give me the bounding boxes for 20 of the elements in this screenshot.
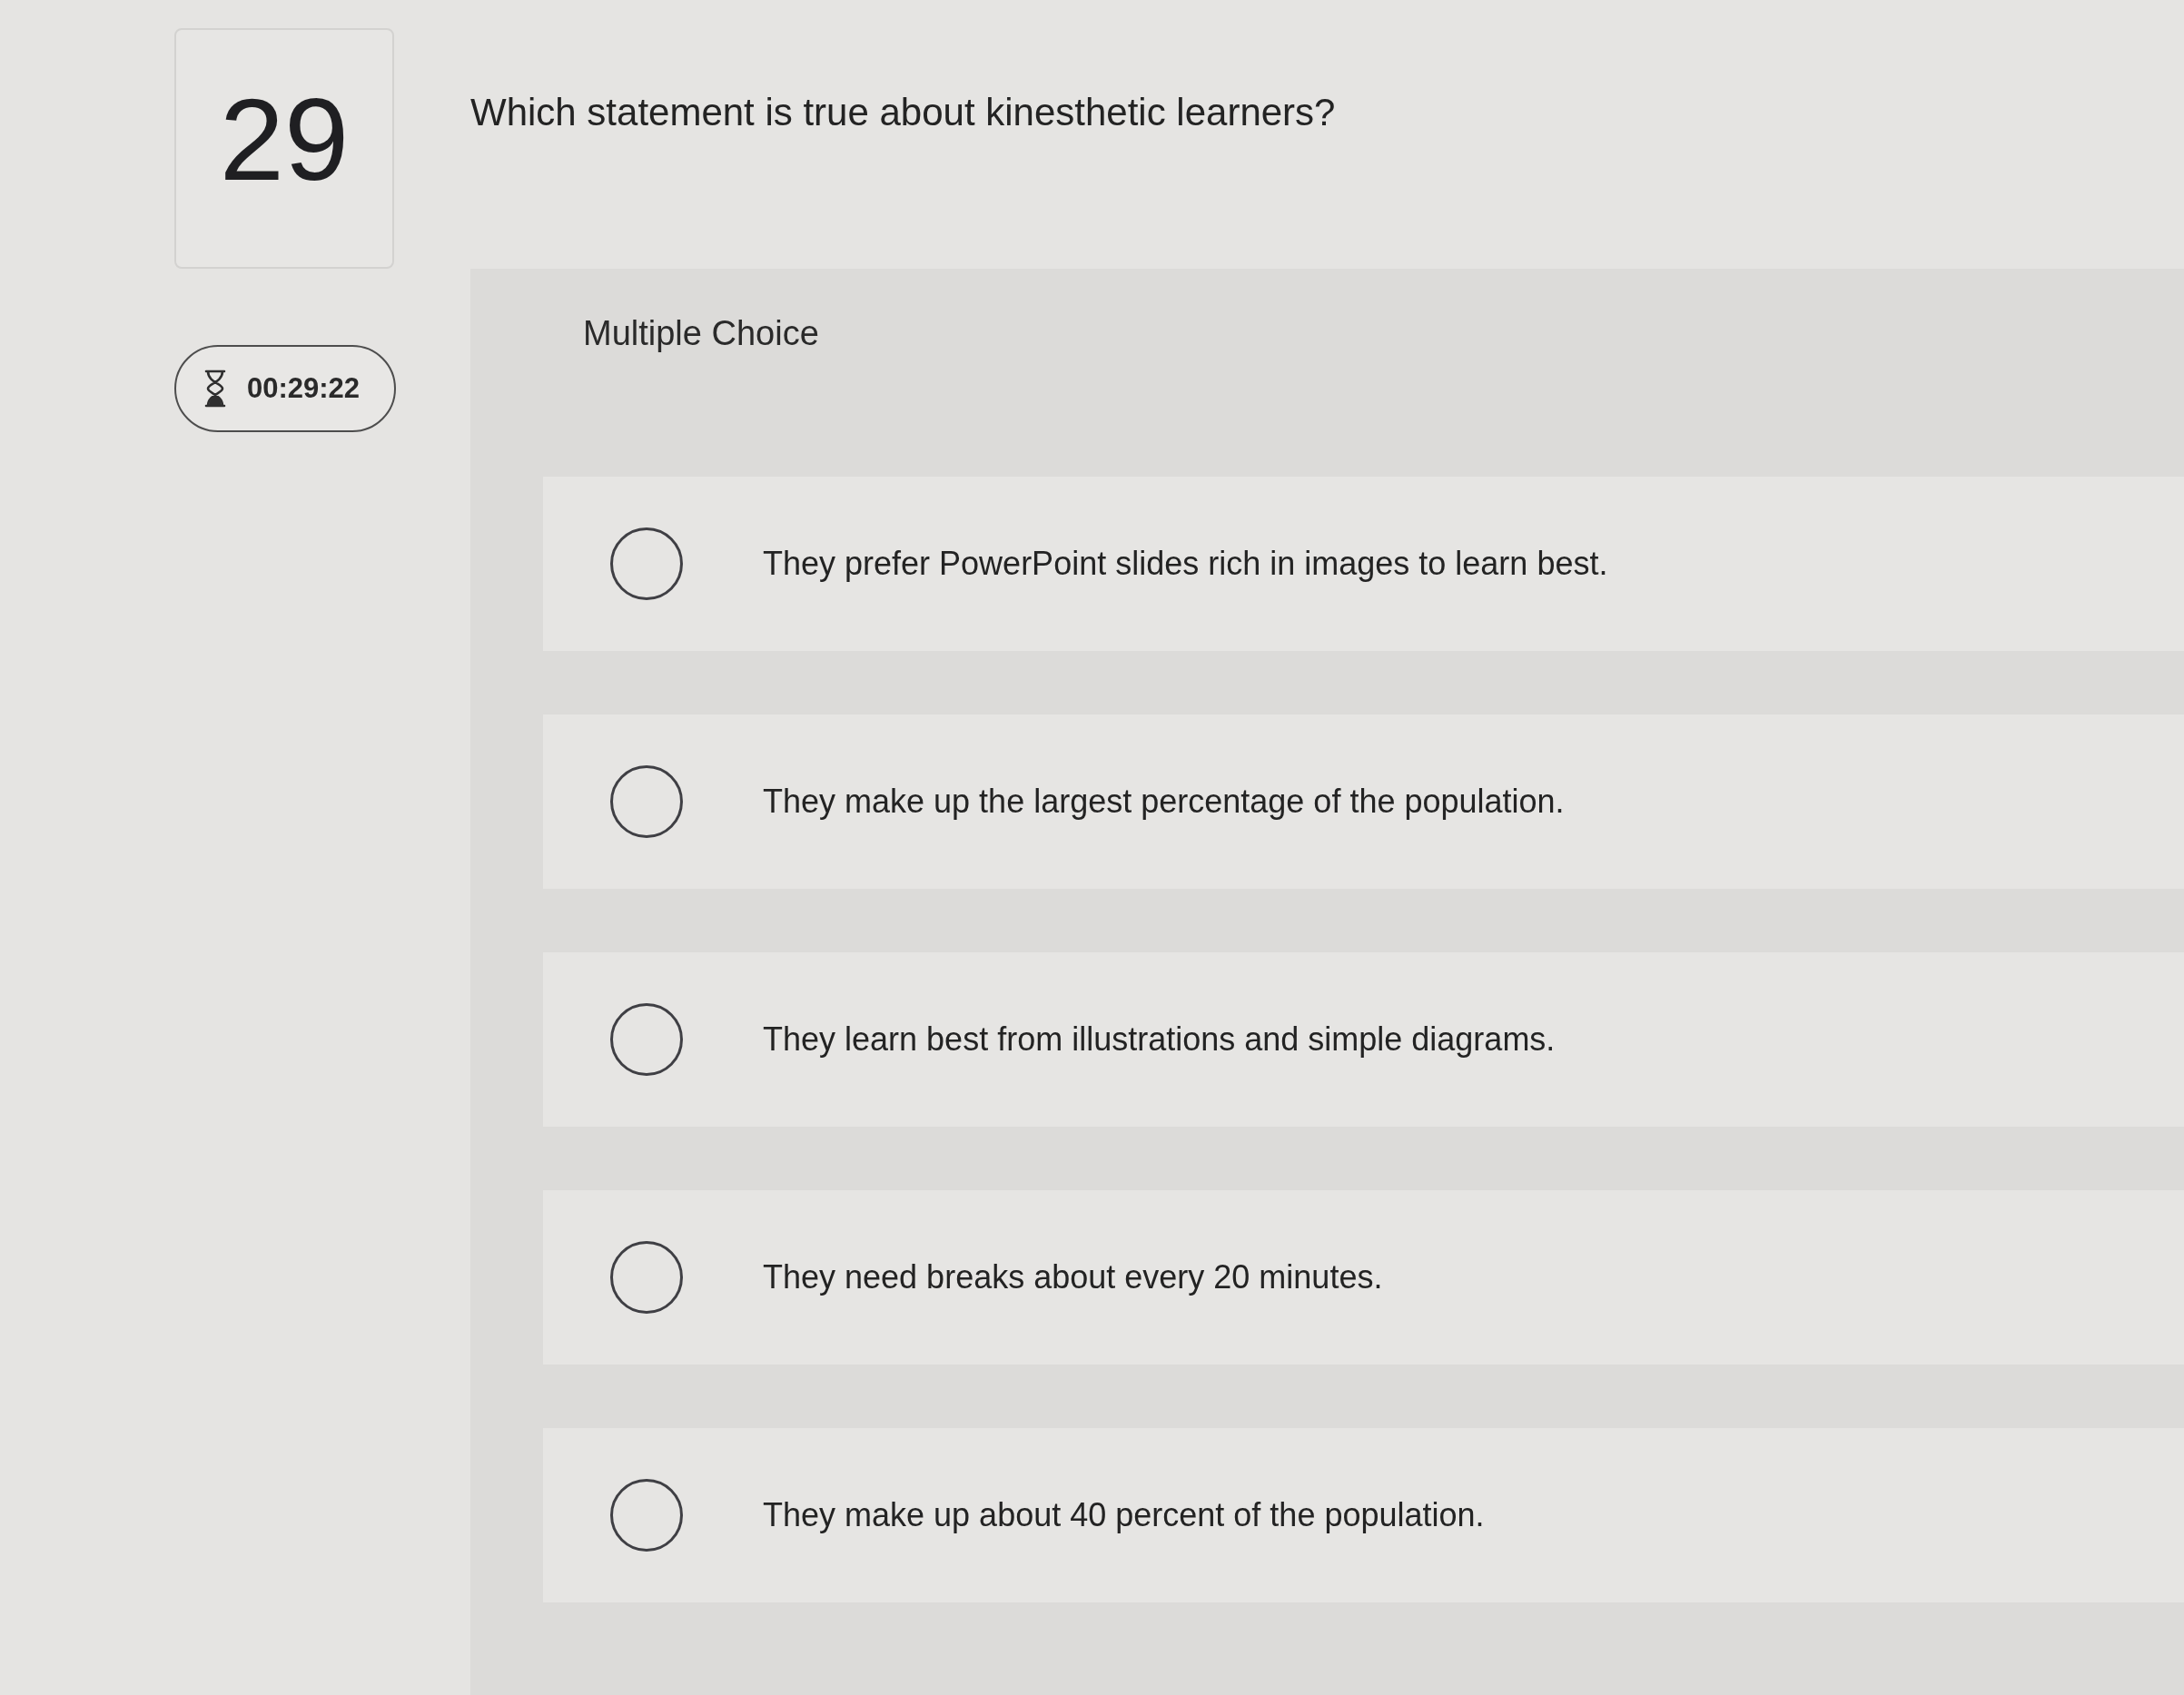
option-text: They learn best from illustrations and simple diagrams. [763,1020,1556,1059]
radio-button[interactable] [610,527,683,600]
option-text: They make up the largest percentage of the population. [763,783,1565,821]
question-number: 29 [174,28,394,269]
timer-text: 00:29:22 [247,372,361,405]
answer-option[interactable]: They make up about 40 percent of the population. [543,1428,2184,1602]
answer-option[interactable]: They make up the largest percentage of the population. [543,714,2184,889]
radio-button[interactable] [610,1241,683,1314]
answer-option[interactable]: They need breaks about every 20 minutes. [543,1190,2184,1365]
answer-option[interactable]: They learn best from illustrations and simple diagrams. [543,952,2184,1127]
option-text: They make up about 40 percent of the population. [763,1496,1485,1534]
radio-button[interactable] [610,1479,683,1552]
answer-option[interactable]: They prefer PowerPoint slides rich in images to learn best. [543,477,2184,651]
question-text: Which statement is true about kinesthetic learners? [470,91,1337,134]
radio-button[interactable] [610,765,683,838]
option-text: They need breaks about every 20 minutes. [763,1258,1383,1296]
option-text: They prefer PowerPoint slides rich in images to learn best. [763,545,1608,583]
hourglass-icon [203,370,227,408]
question-type-label: Multiple Choice [583,314,820,353]
radio-button[interactable] [610,1003,683,1076]
